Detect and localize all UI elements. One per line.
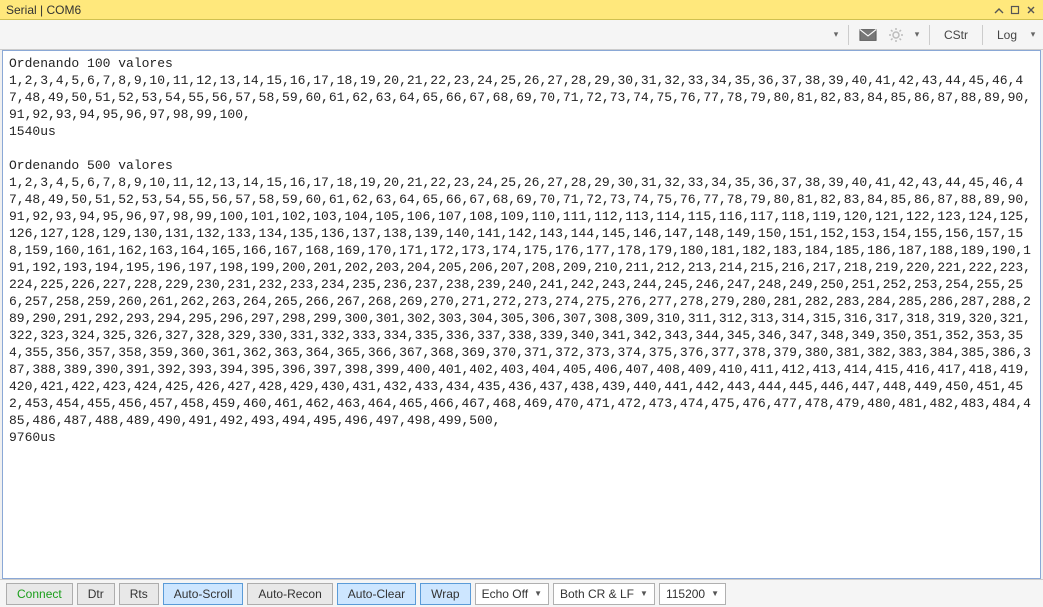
log-dropdown-icon[interactable]: ▾ bbox=[1027, 23, 1039, 47]
toolbar-separator bbox=[982, 25, 983, 45]
maximize-button[interactable] bbox=[1007, 2, 1023, 18]
toolbar-dropdown[interactable]: ▾ bbox=[830, 23, 842, 47]
console-panel: Ordenando 100 valores 1,2,3,4,5,6,7,8,9,… bbox=[2, 50, 1041, 579]
log-button[interactable]: Log bbox=[989, 23, 1025, 47]
connect-button[interactable]: Connect bbox=[6, 583, 73, 605]
line-ending-label: Both CR & LF bbox=[560, 587, 634, 601]
gear-dropdown-icon[interactable]: ▾ bbox=[911, 23, 923, 47]
window-title: Serial | COM6 bbox=[4, 3, 991, 17]
auto-scroll-button[interactable]: Auto-Scroll bbox=[163, 583, 244, 605]
echo-dropdown[interactable]: Echo Off ▼ bbox=[475, 583, 549, 605]
chevron-down-icon: ▼ bbox=[711, 589, 719, 598]
statusbar: Connect Dtr Rts Auto-Scroll Auto-Recon A… bbox=[0, 579, 1043, 607]
close-button[interactable] bbox=[1023, 2, 1039, 18]
echo-label: Echo Off bbox=[482, 587, 528, 601]
chevron-down-icon: ▼ bbox=[534, 589, 542, 598]
envelope-icon[interactable] bbox=[855, 23, 881, 47]
wrap-button[interactable]: Wrap bbox=[420, 583, 470, 605]
cstr-button[interactable]: CStr bbox=[936, 23, 976, 47]
auto-recon-button[interactable]: Auto-Recon bbox=[247, 583, 332, 605]
titlebar: Serial | COM6 bbox=[0, 0, 1043, 20]
gear-icon[interactable] bbox=[883, 23, 909, 47]
top-toolbar: ▾ ▾ CStr Log ▾ bbox=[0, 20, 1043, 50]
line-ending-dropdown[interactable]: Both CR & LF ▼ bbox=[553, 583, 655, 605]
toolbar-separator bbox=[848, 25, 849, 45]
dtr-button[interactable]: Dtr bbox=[77, 583, 115, 605]
auto-clear-button[interactable]: Auto-Clear bbox=[337, 583, 416, 605]
toolbar-separator bbox=[929, 25, 930, 45]
minimize-button[interactable] bbox=[991, 2, 1007, 18]
chevron-down-icon: ▼ bbox=[640, 589, 648, 598]
baud-value: 115200 bbox=[666, 587, 705, 601]
console-output[interactable]: Ordenando 100 valores 1,2,3,4,5,6,7,8,9,… bbox=[3, 51, 1040, 578]
baud-dropdown[interactable]: 115200 ▼ bbox=[659, 583, 726, 605]
rts-button[interactable]: Rts bbox=[119, 583, 159, 605]
